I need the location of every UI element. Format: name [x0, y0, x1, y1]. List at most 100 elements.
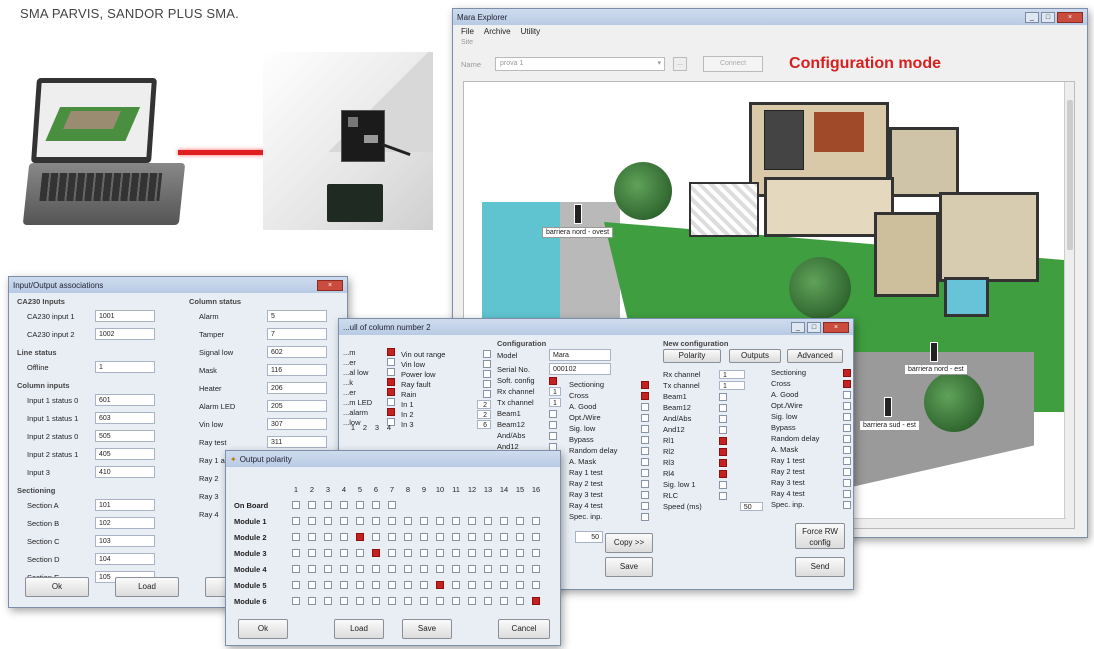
column-status-field[interactable]: 7 — [267, 328, 327, 340]
polarity-checkbox[interactable] — [388, 549, 396, 557]
tab-advanced[interactable]: Advanced — [787, 349, 843, 363]
polarity-checkbox[interactable] — [356, 517, 364, 525]
maximize-button[interactable]: □ — [807, 321, 821, 333]
polarity-checkbox[interactable] — [532, 549, 540, 557]
section-checkbox[interactable] — [641, 402, 649, 411]
status-checkbox[interactable] — [387, 408, 395, 416]
section-checkbox[interactable] — [641, 413, 649, 422]
polarity-checkbox[interactable] — [372, 533, 380, 541]
status-checkbox[interactable] — [387, 388, 395, 396]
polarity-checkbox[interactable] — [532, 565, 540, 573]
polarity-checkbox[interactable] — [404, 517, 412, 525]
polarity-checkbox[interactable] — [292, 549, 300, 557]
section-checkbox[interactable] — [641, 435, 649, 444]
new-section-checkbox[interactable] — [843, 368, 851, 377]
polarity-checkbox[interactable] — [420, 517, 428, 525]
barrier-marker-icon[interactable] — [930, 342, 938, 362]
new-config-checkbox[interactable] — [719, 491, 727, 500]
polarity-checkbox[interactable] — [388, 517, 396, 525]
barrier-label-ne[interactable]: barriera nord - est — [904, 364, 968, 375]
polarity-checkbox[interactable] — [500, 565, 508, 573]
polarity-checkbox[interactable] — [324, 549, 332, 557]
polarity-checkbox[interactable] — [308, 501, 316, 509]
polarity-checkbox[interactable] — [340, 549, 348, 557]
polarity-checkbox[interactable] — [324, 501, 332, 509]
close-button[interactable]: × — [1057, 11, 1083, 23]
status-checkbox[interactable] — [483, 380, 491, 388]
polarity-checkbox[interactable] — [516, 549, 524, 557]
new-section-checkbox[interactable] — [843, 445, 851, 454]
polarity-checkbox[interactable] — [356, 581, 364, 589]
channel-dropdown[interactable]: 1 — [719, 381, 745, 390]
config-value[interactable]: 1 — [549, 398, 561, 407]
polarity-checkbox[interactable] — [516, 517, 524, 525]
connect-button[interactable]: Connect — [703, 56, 764, 72]
polarity-checkbox[interactable] — [436, 581, 444, 589]
status-value[interactable]: 2 — [477, 409, 491, 419]
section-checkbox[interactable] — [641, 457, 649, 466]
polarity-checkbox[interactable] — [484, 565, 492, 573]
polarity-checkbox[interactable] — [420, 597, 428, 605]
polarity-checkbox[interactable] — [468, 533, 476, 541]
column-input-field[interactable]: 405 — [95, 448, 155, 460]
new-config-checkbox[interactable] — [719, 469, 727, 478]
config-checkbox[interactable] — [549, 409, 557, 418]
column-input-field[interactable]: 410 — [95, 466, 155, 478]
status-checkbox[interactable] — [483, 390, 491, 398]
polarity-checkbox[interactable] — [452, 597, 460, 605]
new-config-checkbox[interactable] — [719, 447, 727, 456]
polarity-checkbox[interactable] — [356, 501, 364, 509]
config-checkbox[interactable] — [549, 376, 557, 385]
new-section-checkbox[interactable] — [843, 434, 851, 443]
polarity-checkbox[interactable] — [388, 565, 396, 573]
column-input-field[interactable]: 601 — [95, 394, 155, 406]
polarity-checkbox[interactable] — [292, 517, 300, 525]
column-status-field[interactable]: 307 — [267, 418, 327, 430]
polarity-checkbox[interactable] — [308, 581, 316, 589]
minimize-button[interactable]: _ — [791, 321, 805, 333]
new-section-checkbox[interactable] — [843, 500, 851, 509]
polarity-checkbox[interactable] — [388, 533, 396, 541]
polarity-checkbox[interactable] — [324, 565, 332, 573]
polarity-checkbox[interactable] — [516, 597, 524, 605]
config-value[interactable]: 1 — [549, 387, 561, 396]
polarity-checkbox[interactable] — [532, 517, 540, 525]
polarity-checkbox[interactable] — [292, 597, 300, 605]
polarity-checkbox[interactable] — [420, 565, 428, 573]
new-section-checkbox[interactable] — [843, 456, 851, 465]
polarity-checkbox[interactable] — [340, 597, 348, 605]
browse-button[interactable]: ... — [673, 57, 688, 71]
ca230-input-field[interactable]: 1002 — [95, 328, 155, 340]
polarity-checkbox[interactable] — [532, 581, 540, 589]
polarity-checkbox[interactable] — [500, 533, 508, 541]
name-dropdown[interactable]: prova 1 ▾ — [495, 57, 666, 71]
polarity-checkbox[interactable] — [404, 581, 412, 589]
new-config-checkbox[interactable] — [719, 458, 727, 467]
polarity-checkbox[interactable] — [468, 549, 476, 557]
polarity-checkbox[interactable] — [388, 597, 396, 605]
polarity-checkbox[interactable] — [436, 565, 444, 573]
column-input-field[interactable]: 505 — [95, 430, 155, 442]
polarity-checkbox[interactable] — [468, 517, 476, 525]
new-section-checkbox[interactable] — [843, 423, 851, 432]
config-save-button[interactable]: Save — [605, 557, 653, 577]
status-checkbox[interactable] — [387, 358, 395, 366]
section-checkbox[interactable] — [641, 501, 649, 510]
ca230-input-field[interactable]: 1001 — [95, 310, 155, 322]
polarity-checkbox[interactable] — [468, 581, 476, 589]
new-config-checkbox[interactable] — [719, 425, 727, 434]
polarity-checkbox[interactable] — [484, 549, 492, 557]
polarity-cancel-button[interactable]: Cancel — [498, 619, 550, 639]
tab-outputs[interactable]: Outputs — [729, 349, 781, 363]
polarity-checkbox[interactable] — [484, 597, 492, 605]
polarity-ok-button[interactable]: Ok — [238, 619, 288, 639]
polarity-checkbox[interactable] — [420, 581, 428, 589]
line-status-field[interactable]: 1 — [95, 361, 155, 373]
polarity-checkbox[interactable] — [308, 517, 316, 525]
polarity-checkbox[interactable] — [452, 533, 460, 541]
menu-utility[interactable]: Utility — [521, 27, 541, 37]
status-checkbox[interactable] — [387, 398, 395, 406]
polarity-checkbox[interactable] — [484, 517, 492, 525]
status-checkbox[interactable] — [483, 360, 491, 368]
force-rw-button[interactable]: Force RW config — [795, 523, 845, 549]
